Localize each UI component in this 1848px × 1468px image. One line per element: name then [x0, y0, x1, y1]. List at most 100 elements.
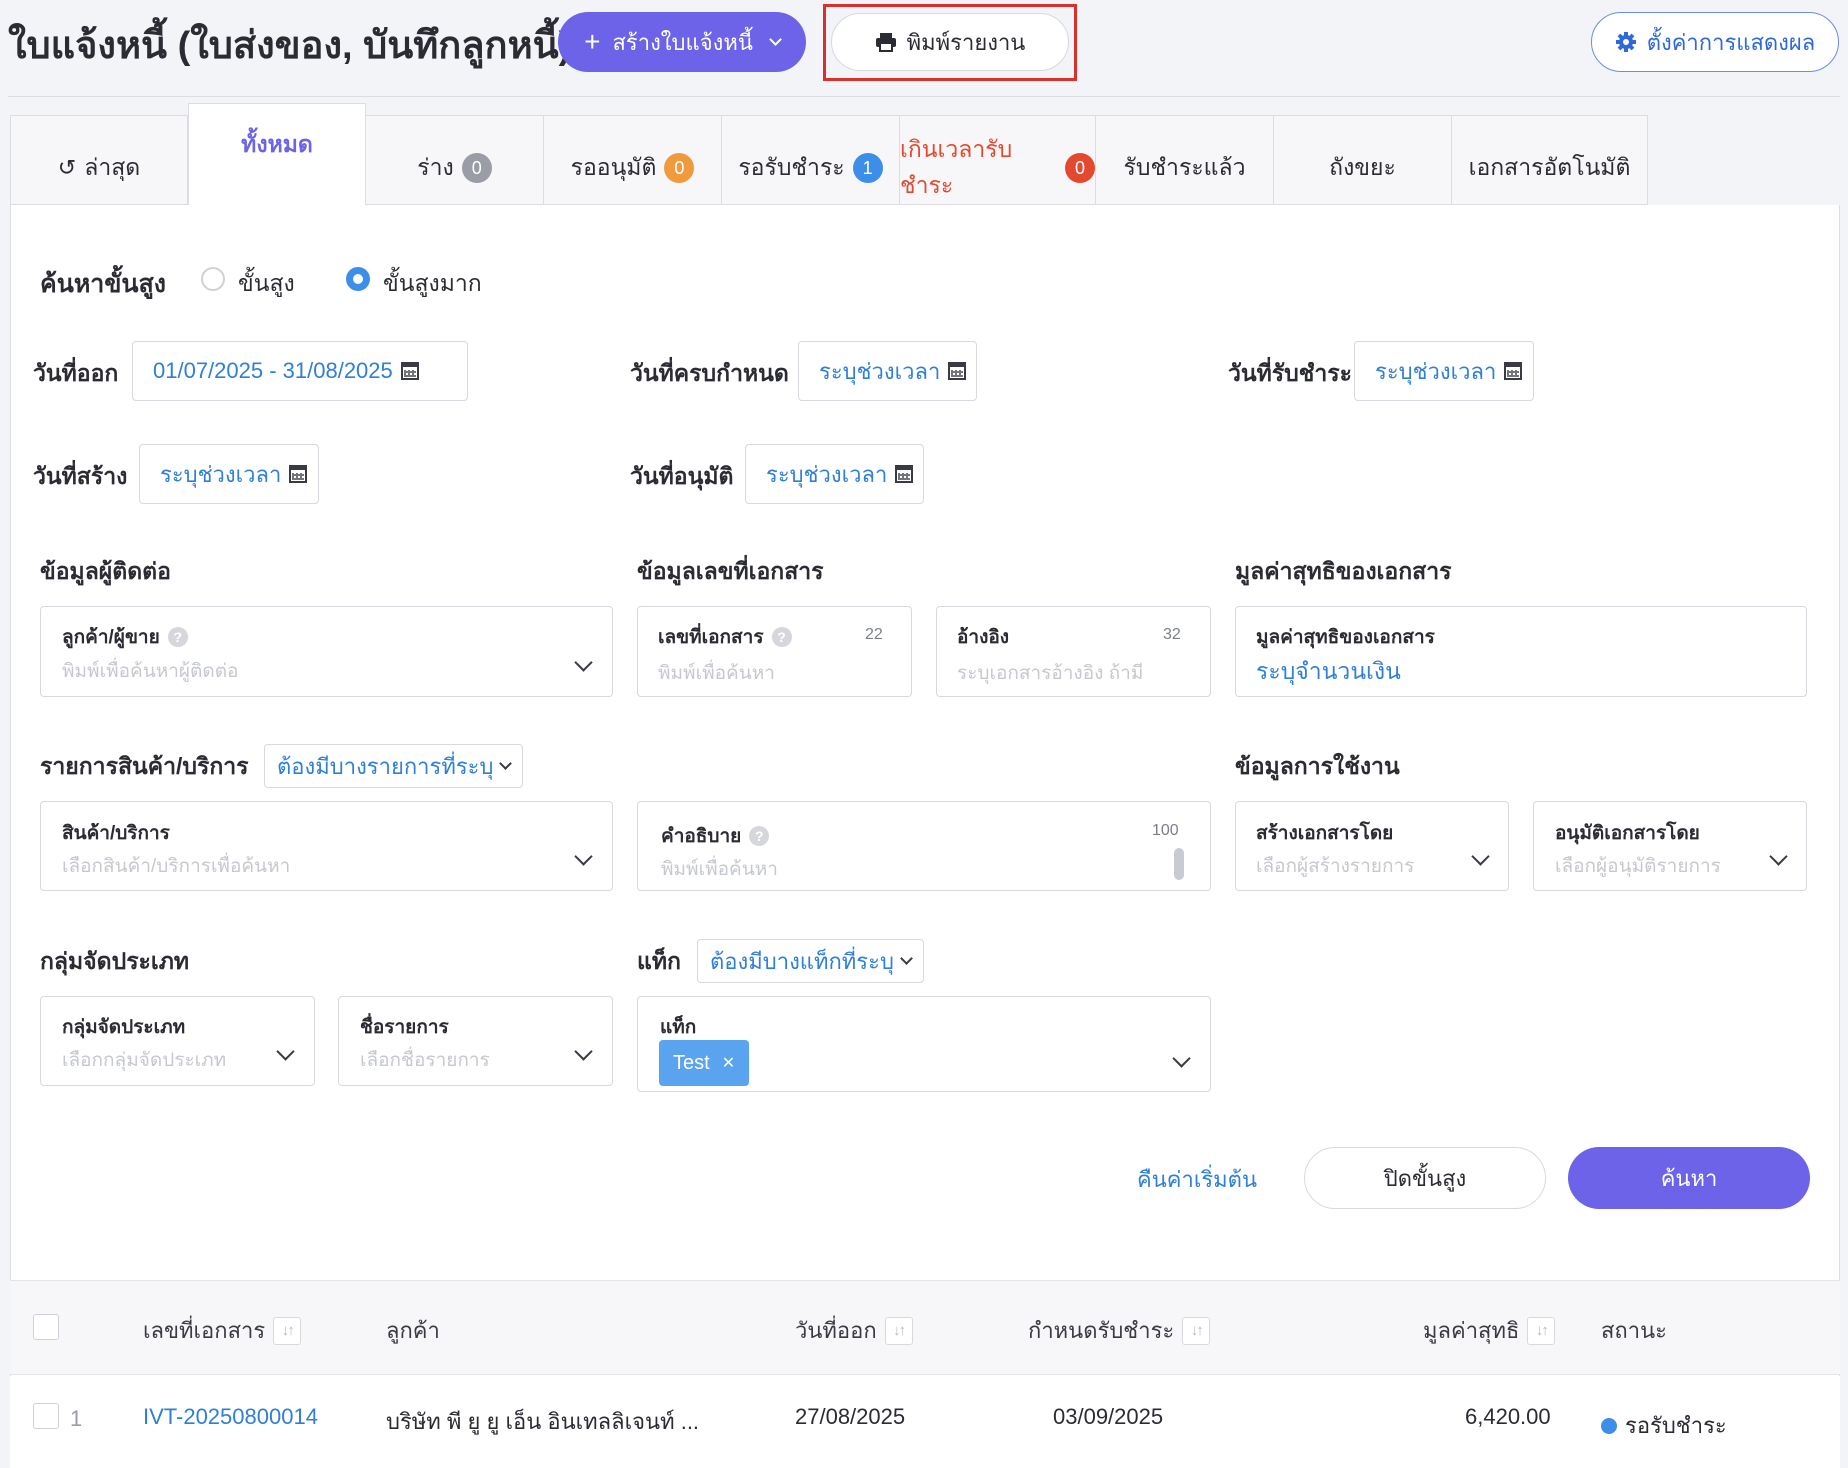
reset-button[interactable]: คืนค่าเริ่มต้น	[1137, 1162, 1257, 1197]
status-label: รอรับชำระ	[1625, 1413, 1727, 1438]
tags-field-label: แท็ก	[660, 1017, 697, 1038]
tab-overdue[interactable]: เกินเวลารับชำระ 0	[900, 115, 1096, 205]
display-settings-button[interactable]: ตั้งค่าการแสดงผล	[1591, 12, 1839, 72]
created-date-range-picker[interactable]: ระบุช่วงเวลา	[139, 444, 319, 504]
tab-label: เกินเวลารับชำระ	[900, 136, 1013, 198]
contact-field-label: ลูกค้า/ผู้ขาย ?	[62, 622, 188, 652]
tab-label: รับชำระแล้ว	[1123, 154, 1246, 180]
status-tabs: ↺ ล่าสุด ทั้งหมด ร่าง 0 รออนุมัติ 0 รอรั…	[10, 103, 1648, 205]
approved-date-range-picker[interactable]: ระบุช่วงเวลา	[745, 444, 924, 504]
tab-automatic-documents[interactable]: เอกสารอัตโนมัติ	[1452, 115, 1648, 205]
tab-awaiting-approval[interactable]: รออนุมัติ 0	[544, 115, 722, 205]
tab-latest[interactable]: ↺ ล่าสุด	[10, 115, 188, 205]
category-section-title: กลุ่มจัดประเภท	[40, 948, 190, 974]
created-by-label: สร้างเอกสารโดย	[1256, 823, 1394, 844]
column-label: ลูกค้า	[386, 1318, 440, 1343]
paid-date-value: ระบุช่วงเวลา	[1375, 358, 1497, 384]
net-value-field-label: มูลค่าสุทธิของเอกสาร	[1256, 627, 1435, 648]
row-checkbox[interactable]	[33, 1403, 59, 1429]
contact-section-title: ข้อมูลผู้ติดต่อ	[40, 558, 171, 584]
contact-placeholder: พิมพ์เพื่อค้นหาผู้ติดต่อ	[62, 661, 239, 682]
history-icon: ↺	[57, 155, 77, 180]
textarea-resize-handle[interactable]	[1174, 848, 1184, 880]
status-dot-icon	[1601, 1417, 1617, 1434]
created-by-placeholder: เลือกผู้สร้างรายการ	[1256, 856, 1415, 877]
count-badge: 0	[1065, 153, 1095, 183]
create-invoice-button[interactable]: + สร้างใบแจ้งหนี้	[558, 12, 806, 72]
chevron-down-icon	[900, 951, 913, 965]
radio-advanced[interactable]	[201, 267, 225, 291]
gear-icon	[1615, 32, 1636, 52]
column-due-date[interactable]: กำหนดรับชำระ ↓↑	[1028, 1313, 1211, 1348]
description-field-label: คำอธิบาย ?	[661, 821, 770, 851]
sort-icon[interactable]: ↓↑	[273, 1316, 302, 1345]
tab-label: ร่าง	[417, 154, 454, 180]
sort-icon[interactable]: ↓↑	[1182, 1316, 1211, 1345]
approved-by-label: อนุมัติเอกสารโดย	[1555, 823, 1700, 844]
due-date-range-picker[interactable]: ระบุช่วงเวลา	[798, 341, 977, 401]
due-date-value: ระบุช่วงเวลา	[819, 358, 941, 384]
approved-date-label: วันที่อนุมัติ	[630, 463, 734, 489]
help-icon[interactable]: ?	[167, 627, 188, 647]
product-placeholder: เลือกสินค้า/บริการเพื่อค้นหา	[62, 856, 291, 877]
issue-date-cell: 27/08/2025	[795, 1404, 906, 1429]
radio-very-advanced[interactable]	[346, 267, 370, 291]
tab-label: รอรับชำระ	[738, 154, 845, 180]
net-value-section-title: มูลค่าสุทธิของเอกสาร	[1235, 558, 1452, 584]
plus-icon: +	[584, 26, 601, 57]
select-all-checkbox[interactable]	[33, 1314, 59, 1340]
radio-very-advanced-label: ขั้นสูงมาก	[383, 270, 482, 296]
issue-date-range-picker[interactable]: 01/07/2025 - 31/08/2025	[132, 341, 468, 401]
row-index: 1	[70, 1406, 83, 1431]
column-doc-number[interactable]: เลขที่เอกสาร ↓↑	[143, 1313, 302, 1348]
tab-draft[interactable]: ร่าง 0	[366, 115, 544, 205]
doc-number-link[interactable]: IVT-20250800014	[143, 1404, 318, 1430]
tab-awaiting-payment[interactable]: รอรับชำระ 1	[722, 115, 900, 205]
help-icon[interactable]: ?	[771, 627, 792, 647]
net-value-amount-link[interactable]: ระบุจำนวนเงิน	[1256, 654, 1401, 690]
tab-trash[interactable]: ถังขยะ	[1274, 115, 1452, 205]
reference-placeholder: ระบุเอกสารอ้างอิง ถ้ามี	[957, 663, 1144, 684]
created-date-label: วันที่สร้าง	[33, 463, 128, 489]
char-count: 100	[1152, 822, 1179, 839]
items-section-title: รายการสินค้า/บริการ	[40, 753, 249, 779]
header-divider	[8, 96, 1840, 97]
paid-date-range-picker[interactable]: ระบุช่วงเวลา	[1354, 341, 1534, 401]
column-customer: ลูกค้า	[386, 1313, 440, 1348]
help-icon[interactable]: ?	[749, 826, 770, 846]
customer-cell: บริษัท พี ยู ยู เอ็น อินเทลลิเจนท์ ...	[386, 1409, 700, 1434]
char-count: 32	[1163, 626, 1181, 643]
issue-date-value: 01/07/2025 - 31/08/2025	[153, 358, 393, 383]
tab-all[interactable]: ทั้งหมด	[188, 103, 366, 205]
advanced-search-title: ค้นหาขั้นสูง	[40, 270, 166, 298]
display-settings-label: ตั้งค่าการแสดงผล	[1646, 29, 1816, 55]
column-label: กำหนดรับชำระ	[1028, 1318, 1175, 1343]
tag-chip: Test ✕	[659, 1040, 750, 1086]
due-date-cell: 03/09/2025	[1053, 1404, 1164, 1429]
search-button[interactable]: ค้นหา	[1568, 1147, 1810, 1209]
column-label: สถานะ	[1601, 1318, 1667, 1343]
calendar-icon	[948, 362, 967, 380]
count-badge: 1	[852, 153, 883, 183]
doc-number-field-label: เลขที่เอกสาร ?	[658, 622, 792, 652]
items-match-filter[interactable]: ต้องมีบางรายการที่ระบุ	[264, 744, 524, 788]
sort-icon[interactable]: ↓↑	[884, 1316, 913, 1345]
tags-match-filter[interactable]: ต้องมีบางแท็กที่ระบุ	[697, 939, 924, 983]
tag-chip-label: Test	[673, 1051, 710, 1074]
category-group-label: กลุ่มจัดประเภท	[62, 1017, 186, 1038]
net-value-cell: 6,420.00	[1465, 1404, 1551, 1429]
tab-label: ล่าสุด	[84, 154, 141, 180]
tab-label: รออนุมัติ	[570, 154, 657, 180]
tab-paid[interactable]: รับชำระแล้ว	[1096, 115, 1274, 205]
column-issue-date[interactable]: วันที่ออก ↓↑	[795, 1313, 913, 1348]
column-net-value[interactable]: มูลค่าสุทธิ ↓↑	[1423, 1313, 1556, 1348]
remove-tag-icon[interactable]: ✕	[722, 1053, 735, 1073]
sort-icon[interactable]: ↓↑	[1527, 1316, 1556, 1345]
reference-field-label: อ้างอิง	[957, 627, 1010, 648]
description-label-text: คำอธิบาย	[661, 826, 742, 847]
status-badge: รอรับชำระ	[1601, 1408, 1727, 1443]
approved-by-placeholder: เลือกผู้อนุมัติรายการ	[1555, 856, 1721, 877]
close-advanced-button[interactable]: ปิดขั้นสูง	[1304, 1147, 1546, 1209]
usage-section-title: ข้อมูลการใช้งาน	[1235, 753, 1400, 779]
category-name-placeholder: เลือกชื่อรายการ	[360, 1050, 490, 1071]
